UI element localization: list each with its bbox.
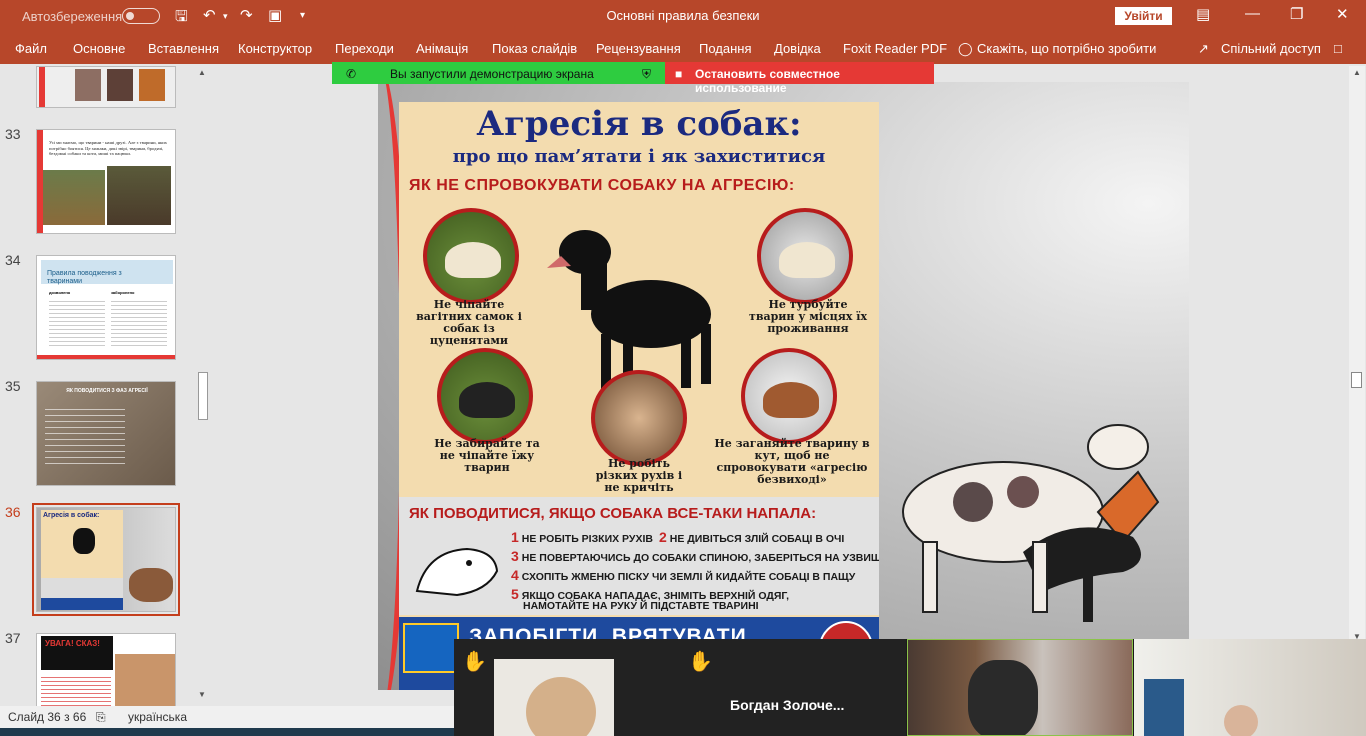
tell-me-search[interactable]: Скажіть, що потрібно зробити [977,41,1156,56]
slide-number: 35 [5,378,21,394]
slide-thumbnails-panel: 33 Усі ми знаємо, що тварини - наші друз… [0,64,214,706]
rule-3: 3 НЕ ПОВЕРТАЮЧИСЬ ДО СОБАКИ СПИНОЮ, ЗАБЕР… [511,548,879,564]
stop-share-button[interactable]: ■ Остановить совместное использование [665,62,934,95]
spaniel-photo [741,348,837,444]
video-tile-2[interactable]: ✋ Богдан Золоче... [680,639,906,736]
raised-hand-icon: ✋ [462,651,487,673]
slide-counter: Слайд 36 з 66 [8,710,87,724]
caption-food: Не забирайте та не чіпайте їжу тварин [434,437,540,474]
stop-icon: ■ [675,67,683,81]
poster-image: Агресія в собак: про що пам’ятати і як з… [399,102,879,690]
ribbon-tabs: Файл Основне Вставлення Конструктор Пере… [0,32,1366,64]
ribbon-display-options-icon[interactable]: ▤ [1196,5,1210,23]
tab-slide-show[interactable]: Показ слайдів [492,41,577,56]
login-button[interactable]: Увійти [1115,7,1172,25]
video-conference-strip: ✋ ✋ Богдан Золоче... [454,639,1366,736]
thumbnail-text: Усі ми знаємо, що тварини - наші друзі. … [49,140,167,156]
stop-share-label: Остановить совместное использование [695,67,840,95]
poster-subtitle: про що пам’ятати і як захиститися [452,146,826,167]
thumbnail-title: УВАГА! СКАЗ! [45,639,100,648]
close-icon[interactable]: ✕ [1336,5,1349,23]
dog-eating-photo [437,348,533,444]
tab-file[interactable]: Файл [15,41,47,56]
editor-scrollbar[interactable]: ▲ ▼ [1349,66,1365,706]
title-bar: Автозбереження 🖫 ↶ ▾ ↷ ▣ ▾ Основні прави… [0,0,1366,32]
screen-share-status-bar: ✆ Вы запустили демонстрацию экрана ⛨ [332,62,665,84]
scroll-up-icon[interactable]: ▲ [198,68,206,77]
slide-thumbnail-37[interactable]: УВАГА! СКАЗ! [36,633,176,706]
slide-number: 34 [5,252,21,268]
emergency-service-emblem [403,623,459,673]
thumbnail-title: ЯК ПОВОДИТИСЯ З ФАЗ АГРЕСІЇ [66,388,148,394]
slide-thumbnail-34[interactable]: Правила поводження з тваринами дозволено… [36,255,176,360]
spellcheck-icon[interactable]: ⎘ [96,710,106,725]
tab-view[interactable]: Подання [699,41,752,56]
thumbnail-col1: дозволено [49,290,71,295]
scroll-down-icon[interactable]: ▼ [198,690,206,699]
poster-heading-attack: ЯК ПОВОДИТИСЯ, ЯКЩО СОБАКА ВСЕ-ТАКИ НАПА… [409,505,817,522]
poster-attack-section: ЯК ПОВОДИТИСЯ, ЯКЩО СОБАКА ВСЕ-ТАКИ НАПА… [399,497,879,615]
snarling-dog-drawing [415,547,499,597]
tab-insert[interactable]: Вставлення [148,41,219,56]
phone-icon: ✆ [346,67,357,81]
thumbnail-title: Агресія в собак: [43,512,100,519]
participant-name: Богдан Золоче... [730,697,845,713]
poster-heading-prevent: ЯК НЕ СПРОВОКУВАТИ СОБАКУ НА АГРЕСІЮ: [409,177,795,194]
poster-title: Агресія в собак: [476,104,802,144]
minimize-icon[interactable]: — [1245,5,1260,22]
tab-home[interactable]: Основне [73,41,125,56]
cartoon-dogs-image [902,424,1160,622]
tab-help[interactable]: Довідка [774,41,821,56]
rule-2: 2 НЕ ДИВІТЬСЯ ЗЛІЙ СОБАЦІ В ОЧІ [659,529,845,545]
doghouse-photo [757,208,853,304]
lightbulb-icon: ◯ [958,41,973,56]
slide-thumbnail-36[interactable]: Агресія в собак: [32,503,180,616]
comments-icon[interactable]: □ [1334,41,1342,56]
video-tile-3-speaking[interactable] [907,639,1133,736]
thumbnail-title: Правила поводження з тваринами [47,270,122,285]
share-button[interactable]: Спільний доступ [1221,41,1321,56]
rule-5-continued: НАМОТАЙТЕ НА РУКУ Й ПІДСТАВТЕ ТВАРИНІ [523,600,759,612]
tab-review[interactable]: Рецензування [596,41,681,56]
video-tile-1[interactable]: ✋ [454,639,680,736]
language-indicator[interactable]: українська [128,710,187,724]
thumbnail-scrollbar[interactable]: ▲ ▼ [196,66,210,704]
scroll-up-icon[interactable]: ▲ [1353,68,1361,77]
slide-number-active: 36 [5,504,21,520]
screen-share-status-text: Вы запустили демонстрацию экрана [390,67,594,81]
caption-habitat: Не турбуйте тварин у місцях їх проживанн… [749,298,867,335]
puppies-photo [423,208,519,304]
restore-icon[interactable]: ❐ [1290,5,1303,23]
shouting-man-photo [591,370,687,466]
slide-thumbnail-33[interactable]: Усі ми знаємо, що тварини - наші друзі. … [36,129,176,234]
tab-foxit-reader[interactable]: Foxit Reader PDF [843,41,947,56]
rule-4: 4 СХОПІТЬ ЖМЕНЮ ПІСКУ ЧИ ЗЕМЛІ Й КИДАЙТЕ … [511,567,856,583]
slide-thumbnail-35[interactable]: ЯК ПОВОДИТИСЯ З ФАЗ АГРЕСІЇ [36,381,176,486]
share-icon[interactable]: ↗ [1198,41,1209,57]
slide-thumbnail-32[interactable] [36,66,176,108]
slide-canvas[interactable]: Агресія в собак: про що пам’ятати і як з… [378,82,1189,690]
caption-pregnant: Не чіпайте вагітних самок і собак із цуц… [416,298,522,347]
rule-1: 1 НЕ РОБІТЬ РІЗКИХ РУХІВ [511,529,653,545]
tab-design[interactable]: Конструктор [238,41,312,56]
slide-number: 33 [5,126,21,142]
shield-icon: ⛨ [642,67,652,81]
tab-transitions[interactable]: Переходи [335,41,394,56]
scrollbar-thumb[interactable] [198,372,208,420]
slide-number: 37 [5,630,21,646]
tab-animations[interactable]: Анімація [416,41,468,56]
raised-hand-icon: ✋ [688,651,713,673]
caption-corner: Не заганяйте тварину в кут, щоб не спров… [714,437,870,486]
caption-sudden-moves: Не робіть різких рухів і не кричіть [595,457,683,494]
thumbnail-col2: заборонено [111,290,135,295]
scrollbar-thumb[interactable] [1351,372,1362,388]
video-tile-4[interactable] [1134,639,1366,736]
